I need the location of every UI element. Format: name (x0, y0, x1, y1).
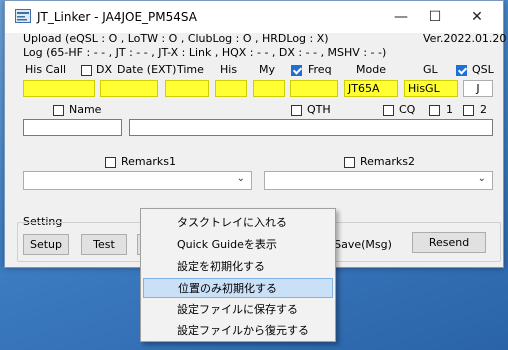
qth-label: QTH (307, 103, 331, 116)
window-title: JT_Linker - JA4JOE_PM54SA (37, 10, 197, 24)
dx-checkbox[interactable] (81, 65, 92, 76)
menu-item-reset-settings[interactable]: 設定を初期化する (143, 257, 333, 277)
remarks2-label: Remarks2 (360, 155, 415, 168)
his-call-field[interactable] (23, 80, 95, 97)
my-header: My (259, 63, 276, 76)
name-checkbox[interactable] (53, 105, 64, 116)
date-header: Date (EXT) (117, 63, 177, 76)
mode-header: Mode (356, 63, 386, 76)
freq-header: Freq (308, 63, 332, 76)
chevron-down-icon: ⌄ (477, 173, 486, 184)
resend-button[interactable]: Resend (412, 232, 486, 253)
gl-field[interactable]: HisGL (404, 80, 458, 97)
name-input[interactable] (23, 119, 122, 136)
menu-item-show-quick-guide[interactable]: Quick Guideを表示 (143, 235, 333, 255)
his-call-header: His Call (25, 63, 67, 76)
option-2-label: 2 (480, 103, 487, 116)
gl-header: GL (423, 63, 438, 76)
test-button[interactable]: Test (81, 234, 127, 255)
date-field[interactable] (100, 80, 158, 97)
log-status: Log (65-HF : - - , JT : - - , JT-X : Lin… (23, 46, 387, 59)
save-msg-button[interactable]: Save(Msg) (325, 234, 401, 255)
remarks2-dropdown[interactable]: ⌄ (264, 171, 493, 190)
remarks2-checkbox[interactable] (344, 157, 355, 168)
remarks1-dropdown[interactable]: ⌄ (23, 171, 252, 190)
dx-header: DX (96, 63, 113, 76)
menu-item-restore-settings-file[interactable]: 設定ファイルから復元する (143, 321, 333, 341)
menu-item-reset-position[interactable]: 位置のみ初期化する (143, 278, 333, 298)
his-rst-field[interactable] (215, 80, 247, 97)
option-1-checkbox[interactable] (429, 105, 440, 116)
time-field[interactable] (165, 80, 209, 97)
menu-item-save-settings-file[interactable]: 設定ファイルに保存する (143, 300, 333, 320)
qsl-via-field[interactable]: J (463, 80, 493, 97)
maximize-icon[interactable]: ☐ (415, 5, 455, 29)
chevron-down-icon: ⌄ (236, 173, 245, 184)
freq-checkbox[interactable] (291, 65, 302, 76)
gl-value: HisGL (408, 82, 440, 95)
time-header: Time (177, 63, 204, 76)
name-label: Name (69, 103, 102, 116)
qsl-header: QSL (472, 63, 494, 76)
qth-input[interactable] (129, 119, 493, 136)
his-header: His (220, 63, 238, 76)
close-icon[interactable]: ✕ (457, 5, 497, 29)
qth-checkbox[interactable] (291, 105, 302, 116)
app-icon (15, 9, 31, 23)
qsl-checkbox[interactable] (456, 65, 467, 76)
option-2-checkbox[interactable] (463, 105, 474, 116)
freq-field[interactable] (290, 80, 338, 97)
cq-label: CQ (399, 103, 416, 116)
upload-status: Upload (eQSL : O , LoTW : O , ClubLog : … (23, 32, 329, 45)
version-label: Ver.2022.01.20 (423, 32, 507, 45)
remarks1-checkbox[interactable] (105, 157, 116, 168)
mode-value: JT65A (348, 82, 380, 95)
remarks1-label: Remarks1 (121, 155, 176, 168)
setup-button[interactable]: Setup (23, 234, 69, 255)
title-bar[interactable]: JT_Linker - JA4JOE_PM54SA — ☐ ✕ (5, 1, 503, 33)
option-1-label: 1 (446, 103, 453, 116)
mode-field[interactable]: JT65A (344, 80, 398, 97)
my-rst-field[interactable] (253, 80, 285, 97)
menu-item-minimize-to-tray[interactable]: タスクトレイに入れる (143, 213, 333, 233)
context-menu: タスクトレイに入れる Quick Guideを表示 設定を初期化する 位置のみ初… (140, 208, 336, 342)
cq-checkbox[interactable] (383, 105, 394, 116)
